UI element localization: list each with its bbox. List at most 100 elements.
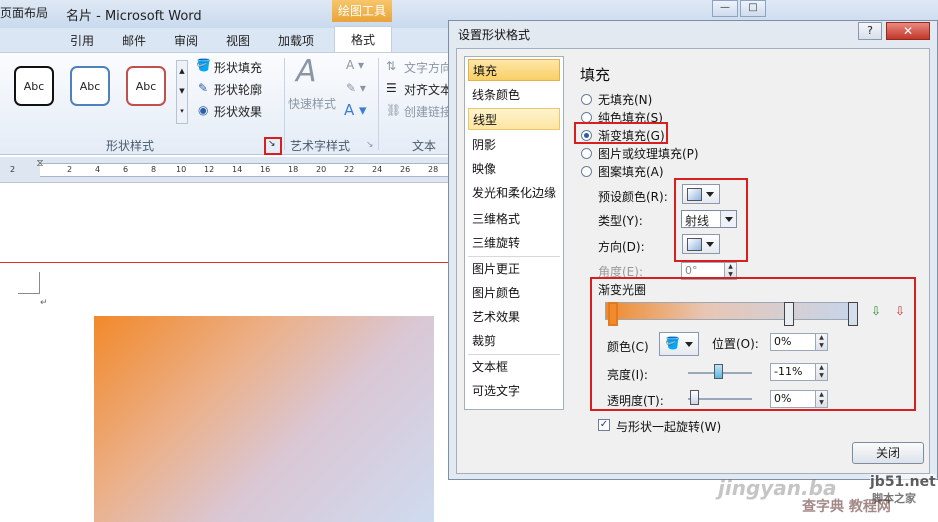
text-direction-button[interactable]: 文字方向	[404, 59, 452, 76]
text-direction-icon: ⇅	[386, 59, 397, 73]
ruler-tick: 28	[428, 165, 439, 174]
position-value: 0%	[774, 335, 792, 348]
transparency-slider-thumb[interactable]	[690, 390, 699, 405]
shape-style-black[interactable]: Abc	[14, 66, 54, 106]
text-effects-icon[interactable]: A ▾	[344, 101, 367, 119]
ruler-tick: 2	[67, 165, 73, 174]
nav-divider	[468, 256, 560, 257]
nav-item-shadow[interactable]: 阴影	[468, 134, 560, 156]
gradient-stop[interactable]	[848, 302, 858, 326]
ruler-tick: 6	[123, 165, 129, 174]
remove-stop-icon[interactable]: ⇩	[892, 304, 908, 322]
brightness-value: -11%	[774, 365, 803, 378]
margin-corner-marker	[18, 272, 40, 294]
nav-item-picture-corrections[interactable]: 图片更正	[468, 258, 560, 280]
nav-item-3d-rotation[interactable]: 三维旋转	[468, 232, 560, 254]
shape-style-blue[interactable]: Abc	[70, 66, 110, 106]
spinner-arrows[interactable]: ▲ ▼	[815, 391, 827, 407]
color-label: 颜色(C)	[607, 340, 649, 354]
nav-item-glow[interactable]: 发光和柔化边缘	[468, 182, 560, 204]
tab-view[interactable]: 视图	[226, 32, 250, 49]
rotate-with-shape-checkbox[interactable]: ✓	[598, 419, 610, 431]
indent-marker[interactable]: ⧖	[34, 158, 46, 180]
spinner-arrows[interactable]: ▲ ▼	[815, 334, 827, 350]
close-icon[interactable]: ✕	[886, 22, 930, 40]
quick-styles-button[interactable]: 快速样式	[288, 95, 336, 112]
ruler-tick: 16	[260, 165, 271, 174]
nav-item-text-box[interactable]: 文本框	[468, 356, 560, 378]
ruler-tick: 10	[176, 165, 187, 174]
ruler-tick: 2	[10, 165, 16, 174]
radio-pattern-fill[interactable]	[581, 166, 592, 177]
fill-bucket-icon: 🪣	[196, 58, 211, 72]
position-spinner[interactable]: 0% ▲ ▼	[770, 333, 828, 351]
minimize-button[interactable]: —	[712, 0, 738, 17]
group-label-shape-styles: 形状样式	[106, 139, 155, 153]
tab-review[interactable]: 审阅	[174, 32, 198, 49]
brightness-label: 亮度(I):	[607, 368, 648, 382]
create-link-button[interactable]: 创建链接	[404, 103, 452, 120]
gradient-stops-bar[interactable]	[605, 302, 855, 320]
section-title: 填充	[580, 66, 611, 84]
nav-item-reflection[interactable]: 映像	[468, 158, 560, 180]
nav-divider	[468, 354, 560, 355]
shape-outline-button[interactable]: 形状轮廓	[214, 81, 262, 98]
tab-page-layout[interactable]: 页面布局	[0, 4, 48, 21]
brightness-spinner[interactable]: -11% ▲ ▼	[770, 363, 828, 381]
maximize-button[interactable]: □	[740, 0, 766, 17]
nav-item-crop[interactable]: 裁剪	[468, 330, 560, 352]
tab-mailings[interactable]: 邮件	[122, 32, 146, 49]
nav-item-line-style[interactable]: 线型	[468, 108, 560, 130]
group-label-text: 文本	[412, 139, 437, 153]
type-label: 类型(Y):	[598, 214, 643, 228]
pattern-fill-label: 图案填充(A)	[598, 165, 664, 179]
help-button[interactable]: ?	[858, 22, 882, 40]
wordart-launcher-icon[interactable]: ↘	[366, 140, 374, 150]
add-stop-icon[interactable]: ⇩	[868, 304, 884, 322]
window-controls: — □	[712, 0, 816, 18]
text-outline-icon[interactable]: ✎ ▾	[346, 81, 366, 95]
nav-item-picture-color[interactable]: 图片颜色	[468, 282, 560, 304]
transparency-label: 透明度(T):	[607, 394, 664, 408]
gradient-stop[interactable]	[608, 302, 618, 326]
wordart-a-icon: A	[296, 54, 317, 89]
pencil-icon: ✎	[198, 81, 209, 95]
ruler-tick: 12	[204, 165, 215, 174]
tab-addins[interactable]: 加载项	[278, 32, 314, 49]
close-button[interactable]: 关闭	[852, 442, 924, 464]
align-text-button[interactable]: 对齐文本	[404, 81, 452, 98]
group-label-wordart: 艺术字样式	[290, 139, 351, 153]
text-fill-icon[interactable]: A ▾	[346, 58, 364, 72]
nav-item-artistic-effects[interactable]: 艺术效果	[468, 306, 560, 328]
tab-format[interactable]: 格式	[334, 26, 392, 53]
preset-colors-label: 预设颜色(R):	[598, 190, 668, 204]
watermark-jb51: jb51.net	[870, 474, 936, 490]
highlight-gradient-fill	[574, 122, 668, 144]
shape-style-red[interactable]: Abc	[126, 66, 166, 106]
picture-fill-label: 图片或纹理填充(P)	[598, 147, 699, 161]
gradient-stops-label: 渐变光圈	[598, 283, 647, 297]
chevron-down-icon	[685, 342, 693, 347]
shape-effects-button[interactable]: 形状效果	[214, 103, 262, 120]
gradient-stop[interactable]	[784, 302, 794, 326]
nav-item-fill[interactable]: 填充	[468, 59, 560, 81]
spinner-arrows[interactable]: ▲ ▼	[815, 364, 827, 380]
transparency-spinner[interactable]: 0% ▲ ▼	[770, 390, 828, 408]
gradient-shape[interactable]	[94, 316, 434, 522]
ruler-tick: 26	[400, 165, 411, 174]
style-gallery-scroll[interactable]: ▲ ▼ ▾	[176, 60, 188, 124]
nav-item-alt-text[interactable]: 可选文字	[468, 380, 560, 402]
position-label: 位置(O):	[712, 337, 759, 351]
dialog-launcher-icon[interactable]: ↘	[268, 139, 276, 149]
radio-picture-fill[interactable]	[581, 148, 592, 159]
tab-references[interactable]: 引用	[70, 32, 94, 49]
stop-color-dropdown[interactable]: 🪣	[659, 332, 699, 356]
dialog-title: 设置形状格式	[458, 28, 531, 42]
shape-fill-button[interactable]: 形状填充	[214, 59, 262, 76]
nav-item-3d-format[interactable]: 三维格式	[468, 208, 560, 230]
direction-label: 方向(D):	[598, 240, 645, 254]
nav-item-line-color[interactable]: 线条颜色	[468, 84, 560, 106]
ruler-tick: 8	[151, 165, 157, 174]
brightness-slider-thumb[interactable]	[714, 364, 723, 379]
radio-no-fill[interactable]	[581, 94, 592, 105]
